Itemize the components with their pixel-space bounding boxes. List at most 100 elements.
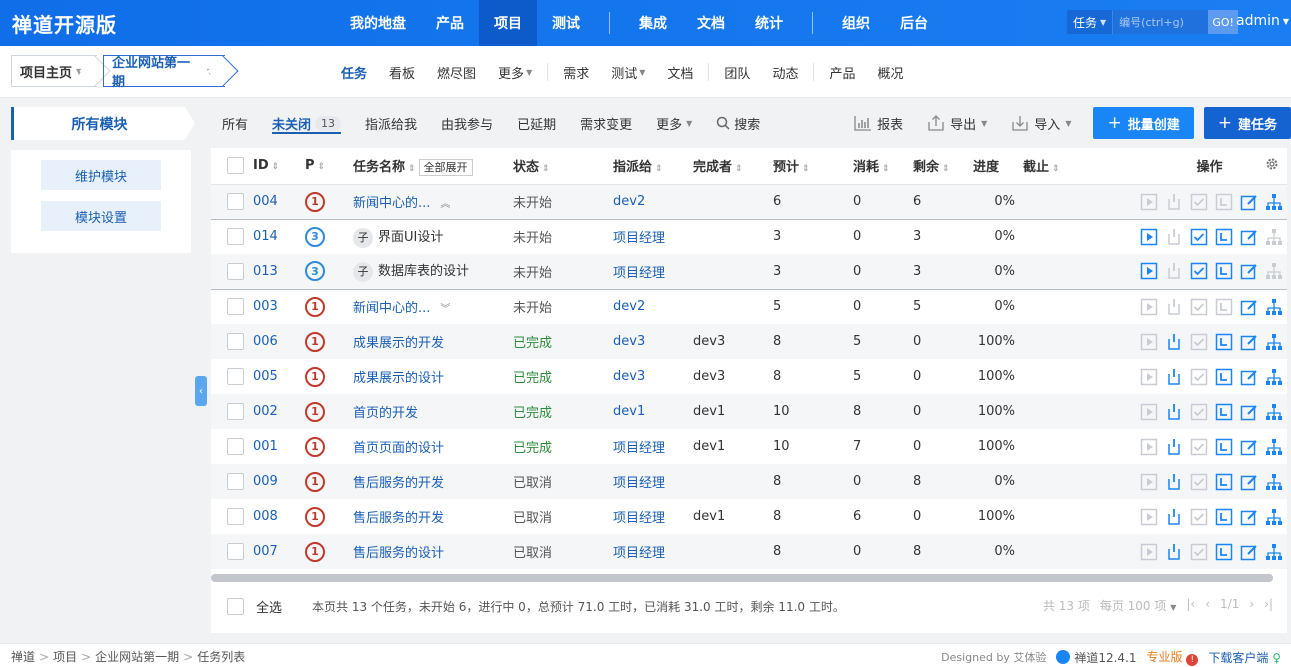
cell-assigned[interactable]: 项目经理 — [609, 429, 689, 464]
close-task-icon[interactable] — [1189, 542, 1208, 561]
nav-doc[interactable]: 文档 — [682, 0, 740, 46]
assigned-to[interactable]: 项目经理 — [613, 266, 665, 281]
record-hours-icon[interactable] — [1214, 262, 1233, 281]
start-task-icon[interactable] — [1139, 367, 1158, 386]
cell-id[interactable]: 004 — [249, 184, 301, 219]
task-name[interactable]: 首页页面的设计 — [353, 441, 444, 456]
select-all-checkbox[interactable] — [227, 157, 244, 175]
menu-dynamic[interactable]: 动态 — [761, 63, 809, 82]
header-checkbox[interactable] — [211, 148, 249, 185]
filter-involved[interactable]: 由我参与 — [429, 104, 505, 142]
finish-task-icon[interactable] — [1164, 262, 1183, 281]
sidebar-collapse-handle[interactable]: ‹ — [195, 376, 207, 406]
record-hours-icon[interactable] — [1214, 192, 1233, 211]
task-id[interactable]: 007 — [253, 544, 278, 559]
subtask-tree-icon[interactable] — [1264, 297, 1283, 316]
cell-assigned[interactable]: dev1 — [609, 394, 689, 429]
next-page-icon[interactable]: › — [1249, 597, 1254, 614]
table-row[interactable]: 007 1 售后服务的设计 已取消 项目经理 8 0 8 0% — [211, 534, 1287, 569]
cell-id[interactable]: 005 — [249, 359, 301, 394]
menu-kanban[interactable]: 看板 — [378, 63, 426, 82]
export-button[interactable]: 导出 ▼ — [915, 114, 999, 133]
task-id[interactable]: 002 — [253, 404, 278, 419]
edit-icon[interactable] — [1239, 472, 1258, 491]
table-row[interactable]: 013 3 子数据库表的设计 未开始 项目经理 3 0 3 0% — [211, 254, 1287, 290]
cell-assigned[interactable]: dev2 — [609, 289, 689, 324]
col-left[interactable]: 剩余 ⇕ — [909, 148, 969, 185]
record-hours-icon[interactable] — [1214, 507, 1233, 526]
finish-task-icon[interactable] — [1164, 437, 1183, 456]
row-checkbox[interactable] — [227, 298, 244, 316]
close-task-icon[interactable] — [1189, 367, 1208, 386]
subtask-tree-icon[interactable] — [1264, 437, 1283, 456]
col-estimate[interactable]: 预计 ⇕ — [769, 148, 849, 185]
assigned-to[interactable]: 项目经理 — [613, 546, 665, 561]
cell-id[interactable]: 002 — [249, 394, 301, 429]
close-task-icon[interactable] — [1189, 507, 1208, 526]
search-type-select[interactable]: 任务 ▼ — [1067, 10, 1114, 34]
filter-all[interactable]: 所有 — [210, 104, 260, 142]
record-hours-icon[interactable] — [1214, 402, 1233, 421]
task-id[interactable]: 013 — [253, 264, 278, 279]
start-task-icon[interactable] — [1139, 227, 1158, 246]
menu-team[interactable]: 团队 — [713, 63, 761, 82]
filter-delayed[interactable]: 已延期 — [505, 104, 568, 142]
subtask-tree-icon[interactable] — [1264, 262, 1283, 281]
row-checkbox[interactable] — [227, 228, 244, 246]
cell-assigned[interactable]: dev3 — [609, 359, 689, 394]
row-checkbox-cell[interactable] — [211, 254, 249, 290]
subtask-tree-icon[interactable] — [1264, 192, 1283, 211]
finish-task-icon[interactable] — [1164, 332, 1183, 351]
row-checkbox[interactable] — [227, 403, 244, 420]
row-checkbox[interactable] — [227, 262, 244, 280]
subtask-tree-icon[interactable] — [1264, 227, 1283, 246]
start-task-icon[interactable] — [1139, 262, 1158, 281]
assigned-to[interactable]: 项目经理 — [613, 476, 665, 491]
task-name[interactable]: 数据库表的设计 — [378, 264, 469, 279]
task-name[interactable]: 新闻中心的... — [353, 301, 430, 316]
start-task-icon[interactable] — [1139, 297, 1158, 316]
row-checkbox[interactable] — [227, 543, 244, 560]
record-hours-icon[interactable] — [1214, 472, 1233, 491]
version-link[interactable]: 禅道12.4.1 — [1056, 649, 1137, 666]
table-row[interactable]: 008 1 售后服务的开发 已取消 项目经理 dev1 8 6 0 100% — [211, 499, 1287, 534]
task-name[interactable]: 售后服务的开发 — [353, 511, 444, 526]
row-checkbox-cell[interactable] — [211, 394, 249, 429]
create-task-button[interactable]: + 建任务 — [1203, 107, 1291, 139]
task-name[interactable]: 成果展示的设计 — [353, 371, 444, 386]
cell-id[interactable]: 008 — [249, 499, 301, 534]
start-task-icon[interactable] — [1139, 507, 1158, 526]
crumb-project-home[interactable]: 项目主页 ▼ — [11, 55, 97, 87]
cell-id[interactable]: 003 — [249, 289, 301, 324]
row-checkbox-cell[interactable] — [211, 429, 249, 464]
gear-icon[interactable] — [1265, 157, 1279, 171]
row-checkbox-cell[interactable] — [211, 289, 249, 324]
task-id[interactable]: 006 — [253, 334, 278, 349]
assigned-to[interactable]: dev3 — [613, 334, 645, 349]
expand-down-icon[interactable]: ︾ — [440, 304, 450, 315]
edit-icon[interactable] — [1239, 262, 1258, 281]
nav-report[interactable]: 统计 — [740, 0, 798, 46]
row-checkbox[interactable] — [227, 368, 244, 385]
footer-crumb[interactable]: 禅道 — [11, 650, 35, 664]
prev-page-icon[interactable]: ‹ — [1205, 597, 1210, 614]
assigned-to[interactable]: dev2 — [613, 299, 645, 314]
col-deadline[interactable]: 截止 ⇕ — [1019, 148, 1099, 185]
menu-qa[interactable]: 测试 ▼ — [600, 63, 656, 82]
close-task-icon[interactable] — [1189, 192, 1208, 211]
cell-assigned[interactable]: dev3 — [609, 324, 689, 359]
subtask-tree-icon[interactable] — [1264, 367, 1283, 386]
start-task-icon[interactable] — [1139, 472, 1158, 491]
close-task-icon[interactable] — [1189, 472, 1208, 491]
record-hours-icon[interactable] — [1214, 332, 1233, 351]
row-checkbox-cell[interactable] — [211, 218, 249, 254]
search-input[interactable] — [1113, 10, 1209, 34]
maintain-module-button[interactable]: 维护模块 — [41, 160, 161, 190]
menu-more[interactable]: 更多 ▼ — [487, 63, 543, 82]
filter-unclosed[interactable]: 未关闭 13 — [260, 104, 353, 142]
task-name[interactable]: 新闻中心的... — [353, 196, 430, 211]
edit-icon[interactable] — [1239, 507, 1258, 526]
row-checkbox-cell[interactable] — [211, 184, 249, 219]
cell-assigned[interactable]: dev2 — [609, 184, 689, 219]
record-hours-icon[interactable] — [1214, 542, 1233, 561]
